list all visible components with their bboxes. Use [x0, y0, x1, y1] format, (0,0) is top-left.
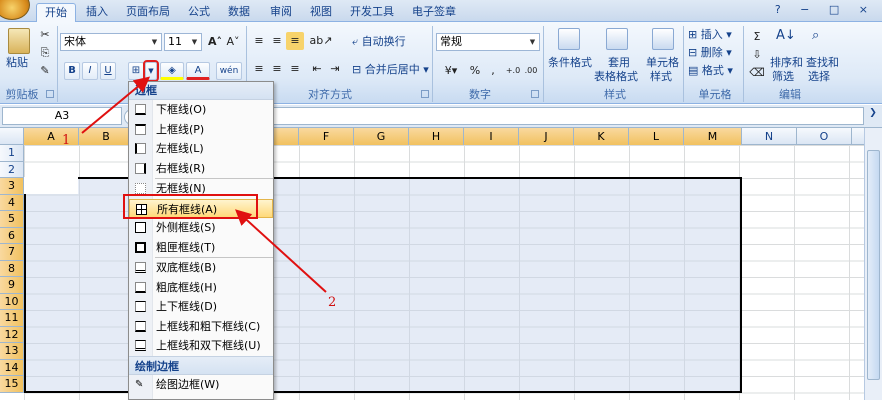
arrow-step-1 — [81, 76, 151, 134]
annotation-arrows — [81, 76, 327, 293]
arrow-step-2 — [235, 209, 327, 293]
annotation-step-2: 2 — [328, 295, 337, 310]
annotation-step-1: 1 — [62, 133, 71, 148]
